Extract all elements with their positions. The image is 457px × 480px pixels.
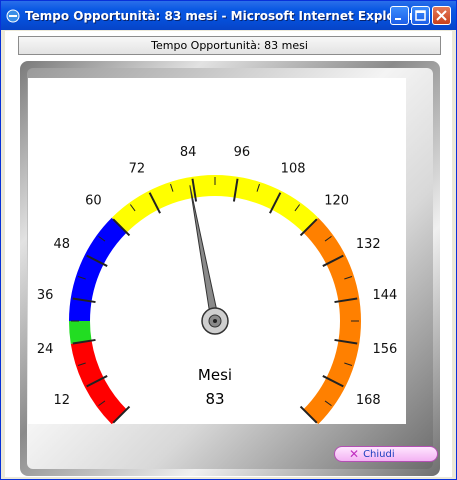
gauge-chart: 01224364860728496108120132144156168180Me… [37, 145, 397, 424]
maximize-button[interactable] [411, 6, 430, 25]
page-content: Tempo Opportunità: 83 mesi 0122436486072… [5, 31, 452, 477]
title-bar[interactable]: Tempo Opportunità: 83 mesi - Microsoft I… [1, 1, 456, 30]
gauge-tick-label: 168 [356, 393, 381, 408]
close-button-label: Chiudi [363, 448, 395, 460]
gauge-value-label: 83 [205, 390, 224, 408]
gauge-tick-label: 24 [37, 342, 54, 357]
close-icon [436, 10, 447, 21]
gauge-band-2 [69, 217, 127, 321]
page-title: Tempo Opportunità: 83 mesi [18, 36, 441, 55]
maximize-icon [415, 10, 426, 21]
gauge-unit-label: Mesi [198, 366, 232, 384]
gauge-tick-label: 120 [324, 193, 349, 208]
gauge-tick-label: 36 [37, 288, 54, 303]
gauge-tick-label: 48 [53, 237, 70, 252]
gauge-tick-label: 108 [281, 162, 306, 177]
gauge-hub-pin [213, 319, 217, 323]
browser-window: Tempo Opportunità: 83 mesi - Microsoft I… [0, 0, 457, 480]
gauge-tick-label: 72 [129, 162, 146, 177]
gauge-tick-label: 132 [356, 237, 381, 252]
gauge-needle [189, 185, 220, 323]
gauge-tick-label: 12 [53, 393, 70, 408]
gauge-face: 01224364860728496108120132144156168180Me… [28, 78, 406, 424]
gauge-band-0 [70, 340, 127, 424]
window-title: Tempo Opportunità: 83 mesi - Microsoft I… [25, 8, 415, 23]
ie-icon [6, 9, 20, 22]
gauge-tick-label: 96 [234, 145, 251, 160]
gauge-tick-label: 60 [85, 193, 102, 208]
gauge-tick-label: 156 [372, 342, 397, 357]
close-button[interactable]: ✕ Chiudi [334, 446, 438, 462]
close-window-button[interactable] [432, 6, 451, 25]
minimize-icon [395, 18, 401, 20]
gauge-tick-label: 84 [180, 145, 197, 160]
minimize-button[interactable] [390, 6, 409, 25]
gauge-tick-label: 144 [372, 288, 397, 303]
x-icon: ✕ [349, 447, 360, 461]
